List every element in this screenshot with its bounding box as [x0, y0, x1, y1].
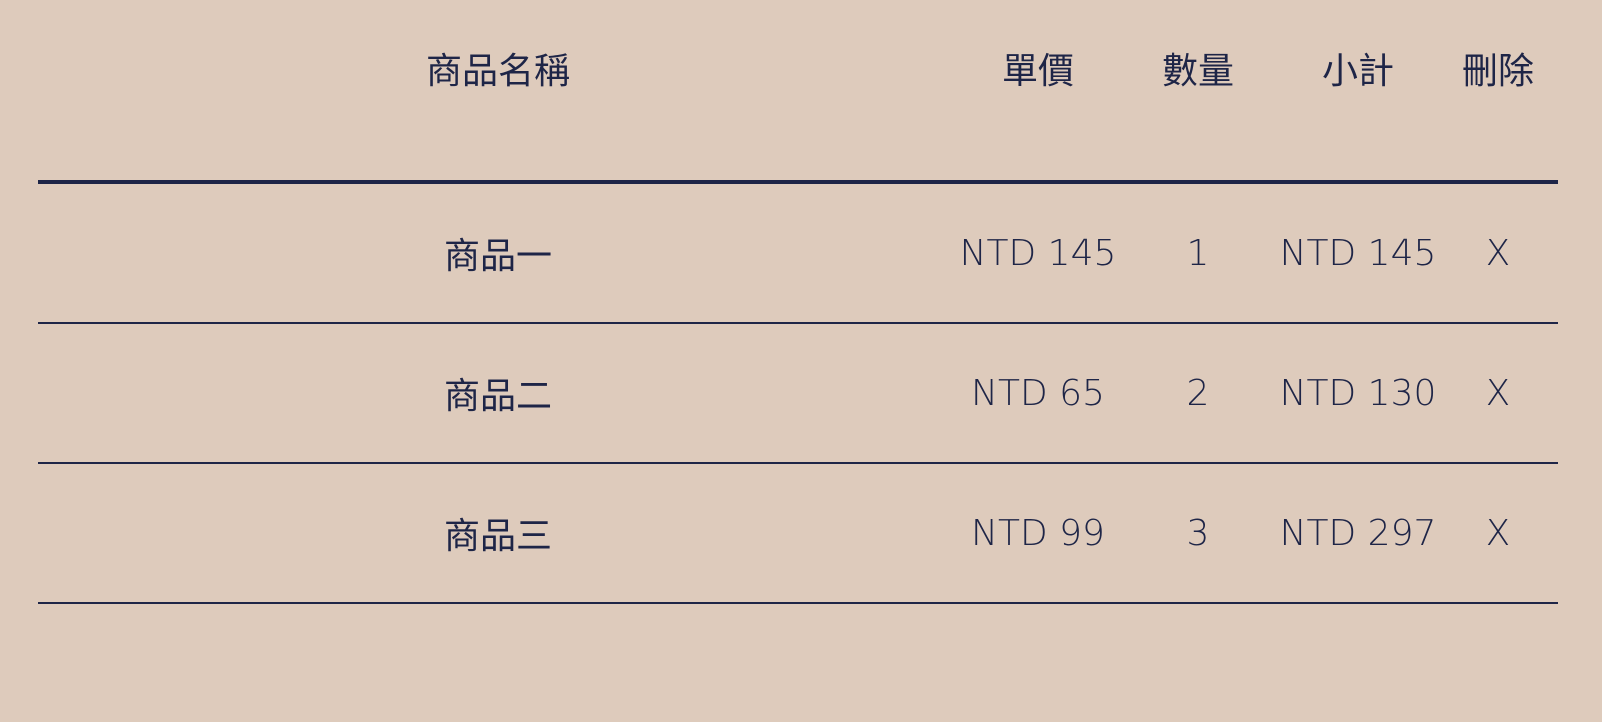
unit-price: NTD 65	[971, 372, 1105, 414]
delete-button[interactable]: X	[1438, 373, 1558, 414]
unit-price: NTD 99	[971, 512, 1105, 554]
header-delete: 刪除	[1461, 51, 1534, 92]
subtotal: NTD 297	[1279, 512, 1437, 554]
quantity: 1	[1186, 232, 1210, 274]
delete-button[interactable]: X	[1438, 513, 1558, 554]
header-unit-price: 單價	[1001, 51, 1074, 92]
quantity: 2	[1186, 372, 1210, 414]
delete-button[interactable]: X	[1438, 233, 1558, 274]
product-name: 商品三	[443, 516, 552, 557]
quantity: 3	[1186, 512, 1210, 554]
header-subtotal: 小計	[1321, 51, 1394, 92]
header-product-name: 商品名稱	[425, 51, 570, 92]
unit-price: NTD 145	[959, 232, 1117, 274]
table-row: 商品二 NTD 65 2 NTD 130 X	[38, 324, 1558, 464]
cart-table: 商品名稱 單價 數量 小計 刪除 商品一 NTD 145 1 NTD 145 X…	[38, 0, 1558, 604]
table-row: 商品一 NTD 145 1 NTD 145 X	[38, 184, 1558, 324]
subtotal: NTD 145	[1279, 232, 1437, 274]
subtotal: NTD 130	[1279, 372, 1437, 414]
product-name: 商品二	[443, 376, 552, 417]
header-quantity: 數量	[1161, 51, 1234, 92]
cart-header-row: 商品名稱 單價 數量 小計 刪除	[38, 0, 1558, 184]
product-name: 商品一	[443, 236, 552, 277]
table-row: 商品三 NTD 99 3 NTD 297 X	[38, 464, 1558, 604]
